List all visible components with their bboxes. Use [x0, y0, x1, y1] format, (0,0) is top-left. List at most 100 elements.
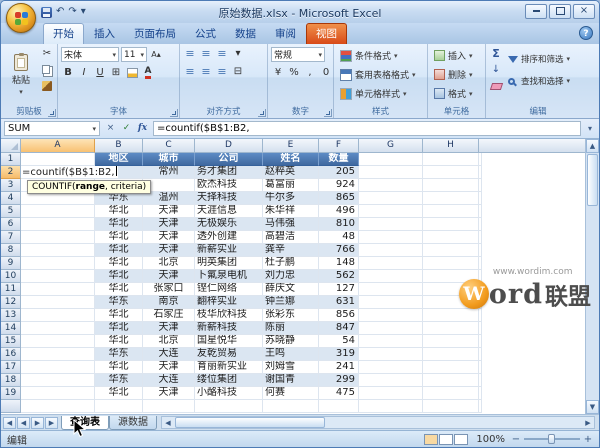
tab-insert[interactable]: 插入 [85, 24, 124, 44]
cell-E6[interactable]: 马伟强 [263, 218, 319, 231]
cell-B5[interactable]: 华北 [95, 205, 143, 218]
cell-F12[interactable]: 631 [319, 296, 359, 309]
row-header-11[interactable]: 11 [1, 283, 21, 296]
zoom-slider[interactable] [524, 434, 580, 444]
cell-D5[interactable]: 天涯信息 [195, 205, 263, 218]
cell-G18[interactable] [359, 374, 423, 387]
cell-C9[interactable]: 北京 [143, 257, 195, 270]
select-all-corner[interactable] [1, 139, 21, 153]
cell-H16[interactable] [423, 348, 479, 361]
column-header-F[interactable]: F [319, 139, 359, 153]
delete-cells-button[interactable]: 删除 ▾ [431, 66, 482, 83]
sort-filter-button[interactable]: 排序和筛选 ▾ [505, 51, 573, 68]
scroll-left-icon[interactable]: ◀ [162, 419, 174, 427]
cell-G14[interactable] [359, 322, 423, 335]
cell-E1[interactable]: 姓名 [263, 153, 319, 166]
row-header-8[interactable]: 8 [1, 244, 21, 257]
cell-E4[interactable]: 牛尔多 [263, 192, 319, 205]
last-sheet-button[interactable]: ▶ [45, 416, 58, 429]
cell-G19[interactable] [359, 387, 423, 400]
row-header-7[interactable]: 7 [1, 231, 21, 244]
cell-C14[interactable]: 天津 [143, 322, 195, 335]
percent-style-button[interactable]: % [287, 66, 301, 80]
cell-G16[interactable] [359, 348, 423, 361]
dialog-launcher-number[interactable] [324, 109, 332, 117]
cell-F13[interactable]: 856 [319, 309, 359, 322]
cell-E15[interactable]: 苏晓静 [263, 335, 319, 348]
cell-C7[interactable]: 天津 [143, 231, 195, 244]
cell-G7[interactable] [359, 231, 423, 244]
row-header-5[interactable]: 5 [1, 205, 21, 218]
row-header-18[interactable]: 18 [1, 374, 21, 387]
cell-A16[interactable] [21, 348, 95, 361]
cell-B13[interactable]: 华北 [95, 309, 143, 322]
cell-F17[interactable]: 241 [319, 361, 359, 374]
fill-color-button[interactable] [125, 66, 139, 80]
cell-A6[interactable] [21, 218, 95, 231]
orientation-button[interactable]: ▾ [231, 47, 245, 61]
cell-A19[interactable] [21, 387, 95, 400]
cell-C17[interactable]: 天津 [143, 361, 195, 374]
cell-F10[interactable]: 562 [319, 270, 359, 283]
cell-H1[interactable] [423, 153, 479, 166]
cell-A11[interactable] [21, 283, 95, 296]
office-button[interactable] [6, 3, 36, 33]
cut-button[interactable]: ✂ [40, 47, 54, 61]
cell-F4[interactable]: 865 [319, 192, 359, 205]
tab-formulas[interactable]: 公式 [186, 24, 225, 44]
paste-button[interactable]: 粘贴 ▾ [4, 47, 38, 103]
font-name-select[interactable]: 宋体 ▾ [61, 47, 119, 62]
underline-button[interactable]: U [93, 66, 107, 80]
cell-A1[interactable] [21, 153, 95, 166]
cell-A18[interactable] [21, 374, 95, 387]
cell-F11[interactable]: 127 [319, 283, 359, 296]
merge-center-button[interactable]: ⊟ [231, 65, 245, 79]
cell-A14[interactable] [21, 322, 95, 335]
bold-button[interactable]: B [61, 66, 75, 80]
cell-C8[interactable]: 天津 [143, 244, 195, 257]
cell-F3[interactable]: 924 [319, 179, 359, 192]
cell-F7[interactable]: 48 [319, 231, 359, 244]
cell-D1[interactable]: 公司 [195, 153, 263, 166]
cell-F9[interactable]: 148 [319, 257, 359, 270]
column-header-E[interactable]: E [263, 139, 319, 153]
cell-D11[interactable]: 铿仁网络 [195, 283, 263, 296]
insert-function-button[interactable]: fx [135, 121, 150, 136]
cell-G13[interactable] [359, 309, 423, 322]
cell-B7[interactable]: 华北 [95, 231, 143, 244]
copy-button[interactable] [40, 63, 54, 77]
align-bottom-button[interactable]: ≡ [215, 47, 229, 61]
cell-H17[interactable] [423, 361, 479, 374]
horizontal-scroll-thumb[interactable] [175, 417, 325, 428]
cell-G17[interactable] [359, 361, 423, 374]
scroll-right-icon[interactable]: ▶ [582, 419, 594, 427]
close-button[interactable]: × [573, 4, 595, 19]
cell-D4[interactable]: 天择科技 [195, 192, 263, 205]
cell-E10[interactable]: 刘力忠 [263, 270, 319, 283]
cell-A15[interactable] [21, 335, 95, 348]
cell-A10[interactable] [21, 270, 95, 283]
decimal-button[interactable]: 0 [319, 66, 333, 80]
maximize-button[interactable] [549, 4, 571, 19]
zoom-in-icon[interactable]: + [583, 434, 593, 445]
cell-E19[interactable]: 何赛 [263, 387, 319, 400]
cell-D13[interactable]: 枝华欣科技 [195, 309, 263, 322]
cell-edit-text[interactable]: =countif($B$1:B2, [21, 166, 118, 178]
tab-page-layout[interactable]: 页面布局 [125, 24, 185, 44]
cell-B18[interactable]: 华东 [95, 374, 143, 387]
italic-button[interactable]: I [77, 66, 91, 80]
cell-B17[interactable]: 华北 [95, 361, 143, 374]
cell-H15[interactable] [423, 335, 479, 348]
cell-C2[interactable]: 常州 [143, 166, 195, 179]
cell-B16[interactable]: 华东 [95, 348, 143, 361]
dialog-launcher-font[interactable] [170, 109, 178, 117]
cell-G15[interactable] [359, 335, 423, 348]
row-header-17[interactable]: 17 [1, 361, 21, 374]
row-header-2[interactable]: 2 [1, 166, 21, 179]
cell-F5[interactable]: 496 [319, 205, 359, 218]
cell-H8[interactable] [423, 244, 479, 257]
column-header-H[interactable]: H [423, 139, 479, 153]
cell-E7[interactable]: 高碧洁 [263, 231, 319, 244]
cell-F15[interactable]: 54 [319, 335, 359, 348]
cell-G11[interactable] [359, 283, 423, 296]
